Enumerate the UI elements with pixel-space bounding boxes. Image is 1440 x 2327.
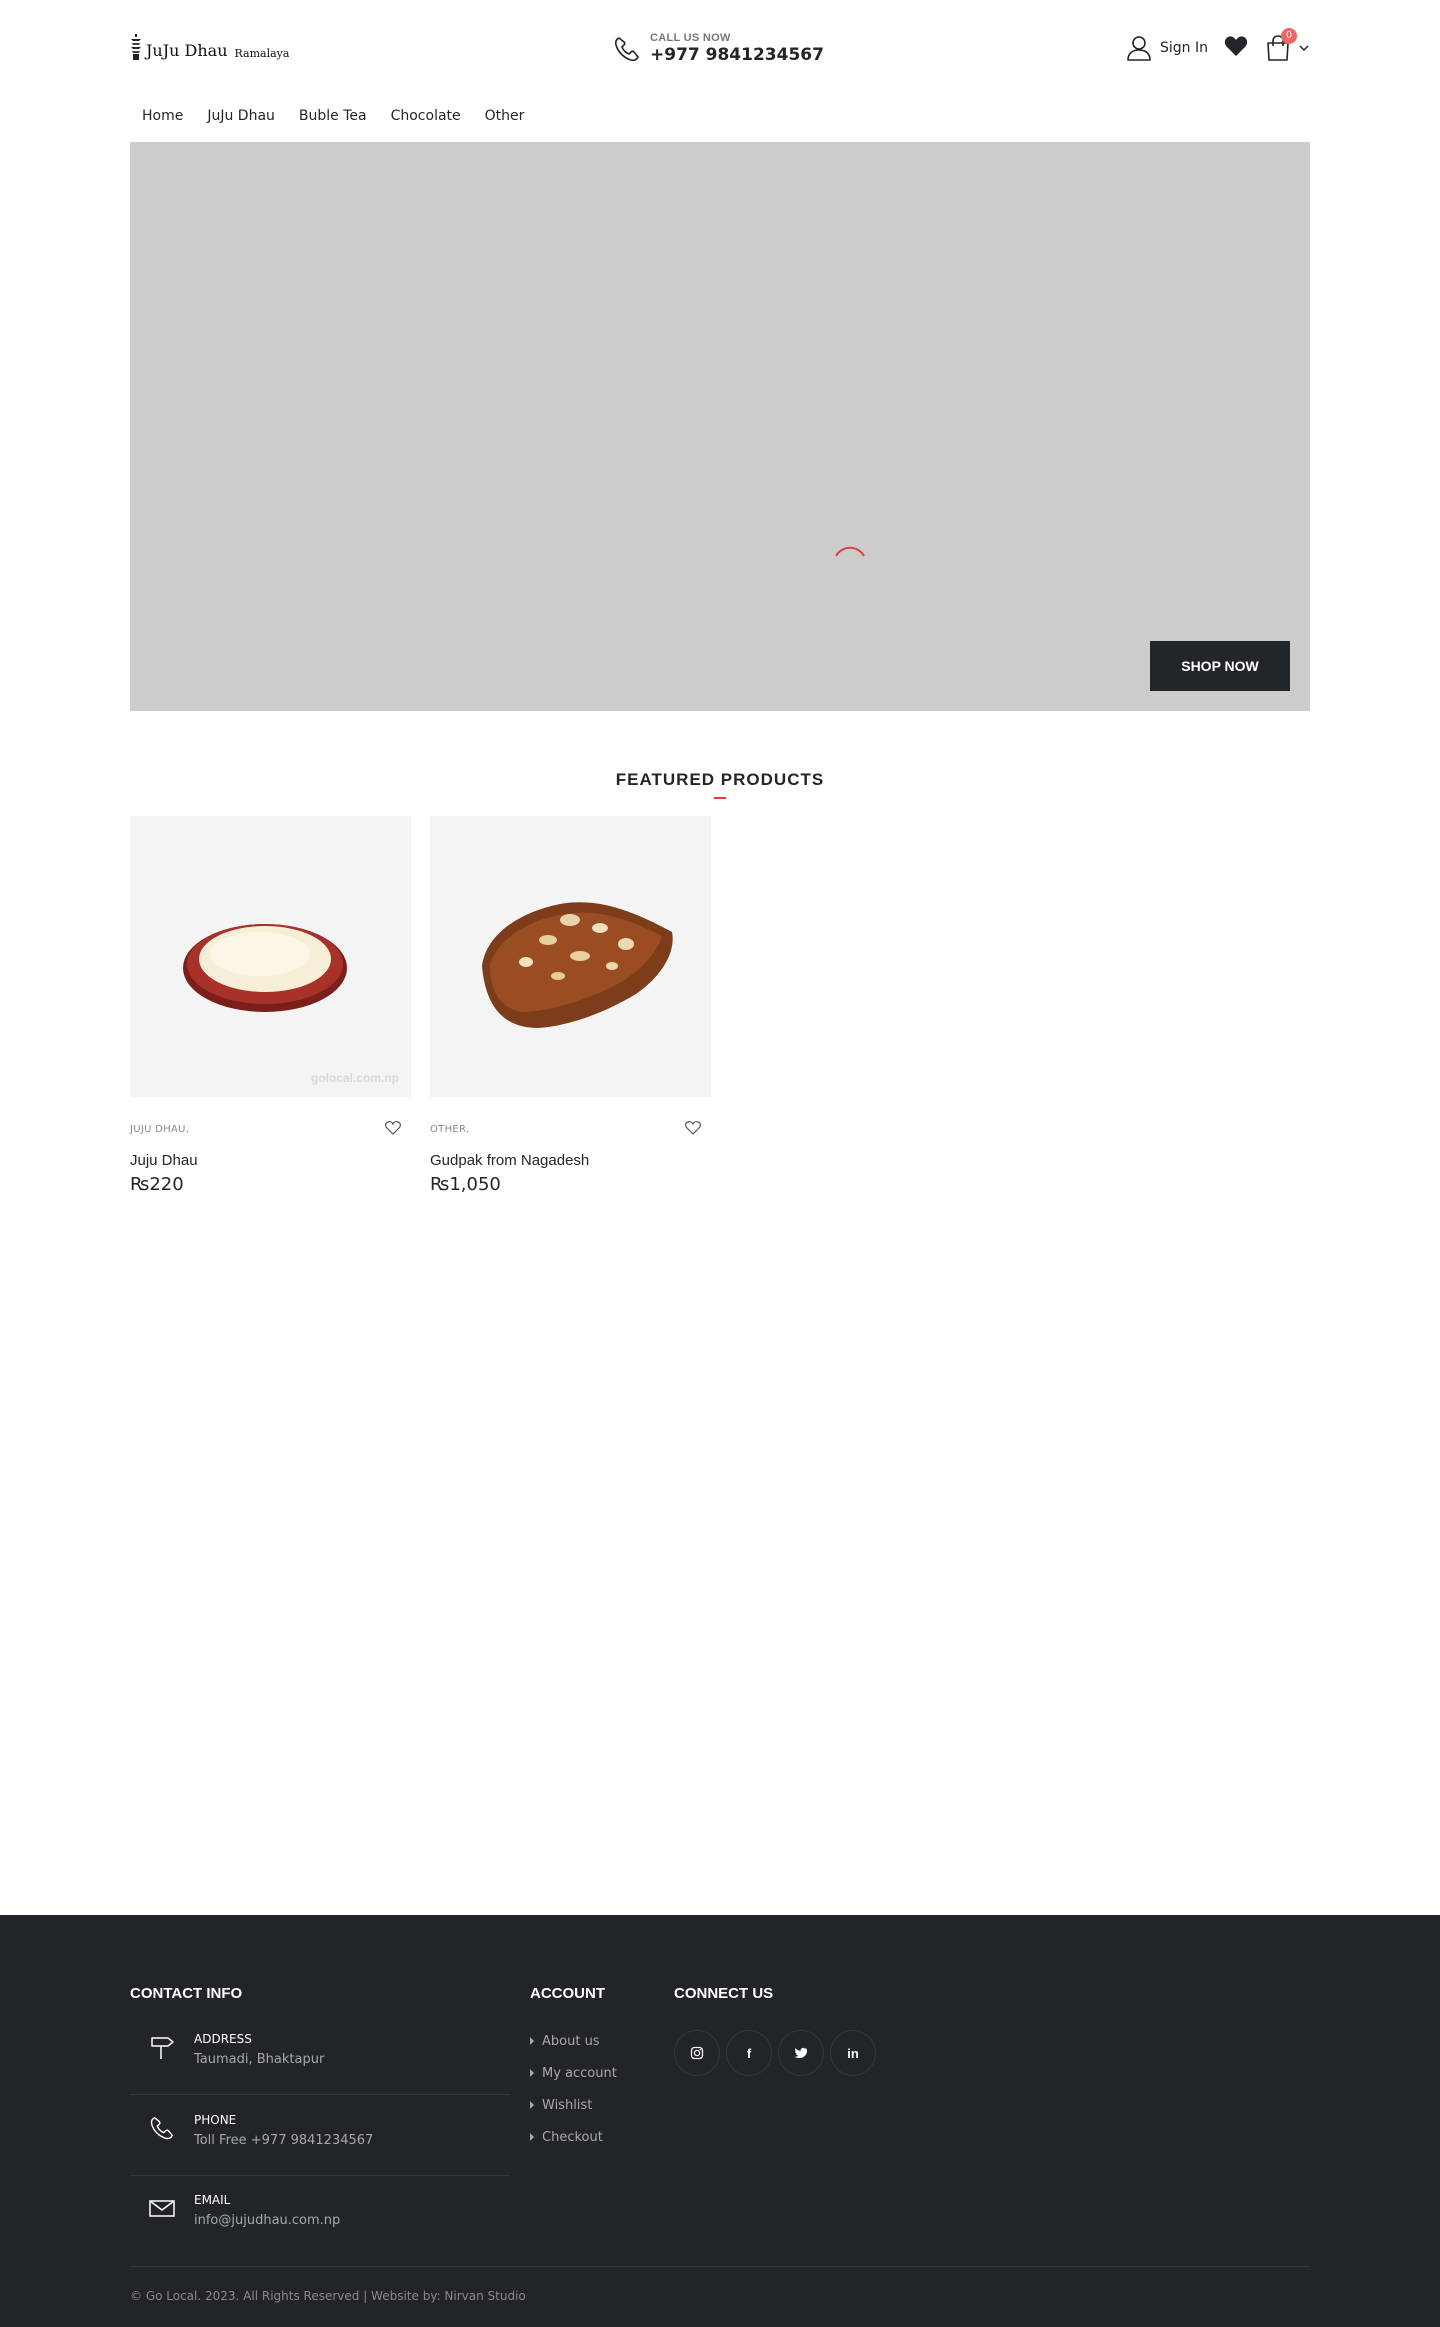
product-price: ₨220: [130, 1174, 184, 1195]
address-label: ADDRESS: [194, 2032, 252, 2046]
phone-label: PHONE: [194, 2113, 237, 2127]
signpost-icon: [151, 2037, 174, 2059]
heart-icon: [1224, 36, 1248, 56]
email-value[interactable]: info@jujudhau.com.np: [194, 2213, 340, 2228]
sign-in-link[interactable]: Sign In: [1126, 35, 1208, 61]
pagoda-logo-icon: [131, 34, 141, 60]
chevron-down-icon: [1299, 45, 1309, 52]
contact-info-heading: CONTACT INFO: [130, 1985, 243, 2002]
connect-heading: CONNECT US: [674, 1985, 774, 2002]
heart-outline-icon[interactable]: [685, 1120, 701, 1136]
social-facebook[interactable]: f: [726, 2030, 772, 2076]
email-label: EMAIL: [194, 2193, 231, 2207]
social-twitter[interactable]: [778, 2030, 824, 2076]
site-header: JuJu Dhau Ramalaya CALL US NOW +977 9841…: [130, 26, 1310, 74]
image-watermark: golocal.com.np: [310, 1071, 399, 1085]
footer-link-about-us[interactable]: About us: [530, 2025, 617, 2057]
call-label: CALL US NOW: [650, 32, 731, 44]
phone-icon: [150, 2117, 173, 2140]
product-card[interactable]: OTHER, Gudpak from Nagadesh ₨1,050: [430, 816, 711, 1195]
product-price: ₨1,050: [430, 1174, 501, 1195]
footer-link-label: Checkout: [542, 2129, 603, 2145]
nav-item-chocolate[interactable]: Chocolate: [379, 104, 473, 128]
account-heading: ACCOUNT: [530, 1985, 605, 2002]
logo-subtext: Ramalaya: [234, 47, 290, 60]
user-icon: [1127, 36, 1151, 61]
sign-in-label: Sign In: [1160, 40, 1208, 56]
instagram-icon: [690, 2046, 704, 2060]
twitter-icon: [794, 2047, 808, 2059]
footer-link-label: About us: [542, 2033, 600, 2049]
footer-link-checkout[interactable]: Checkout: [530, 2121, 617, 2153]
phone-value[interactable]: Toll Free +977 9841234567: [194, 2133, 373, 2148]
facebook-icon: f: [746, 2045, 752, 2061]
gudpak-sweet-image: [482, 902, 673, 1028]
loading-spinner-icon: [835, 546, 865, 557]
site-logo[interactable]: JuJu Dhau Ramalaya: [130, 34, 289, 60]
footer-link-label: Wishlist: [542, 2097, 593, 2113]
site-footer: CONTACT INFO ADDRESS Taumadi, Bhaktapur …: [0, 1915, 1440, 2327]
linkedin-icon: in: [847, 2045, 859, 2061]
contact-phone: PHONE Toll Free +977 9841234567: [130, 2096, 510, 2176]
nav-item-other[interactable]: Other: [473, 104, 537, 128]
heart-outline-icon[interactable]: [385, 1120, 401, 1136]
phone-icon: [614, 36, 639, 61]
contact-email: EMAIL info@jujudhau.com.np: [130, 2176, 510, 2256]
footer-divider: [130, 2266, 1310, 2267]
wishlist-link[interactable]: [1224, 35, 1248, 61]
account-links: About us My account Wishlist Checkout: [530, 2025, 617, 2153]
juju-dhau-bowl-image: [183, 924, 347, 1012]
social-links: f in: [674, 2030, 876, 2076]
call-us[interactable]: CALL US NOW +977 9841234567: [612, 32, 824, 65]
footer-link-label: My account: [542, 2065, 617, 2081]
social-linkedin[interactable]: in: [830, 2030, 876, 2076]
caret-right-icon: [530, 2133, 534, 2141]
product-image[interactable]: [430, 816, 711, 1097]
featured-products-title: FEATURED PRODUCTS: [615, 770, 825, 789]
address-value: Taumadi, Bhaktapur: [194, 2052, 325, 2067]
nav-item-buble-tea[interactable]: Buble Tea: [287, 104, 379, 128]
envelope-icon: [149, 2200, 175, 2217]
main-nav: Home JuJu Dhau Buble Tea Chocolate Other: [130, 104, 536, 128]
title-underline: [714, 797, 726, 799]
copyright-text: © Go Local. 2023. All Rights Reserved | …: [130, 2289, 526, 2303]
product-card[interactable]: golocal.com.np JUJU DHAU, Juju Dhau ₨220: [130, 816, 411, 1195]
logo-text: JuJu Dhau: [146, 41, 228, 60]
cart-dropdown[interactable]: 0: [1264, 28, 1310, 62]
caret-right-icon: [530, 2037, 534, 2045]
caret-right-icon: [530, 2069, 534, 2077]
cart-count-badge: 0: [1281, 28, 1297, 44]
call-number[interactable]: +977 9841234567: [650, 45, 824, 65]
product-category[interactable]: OTHER,: [430, 1124, 470, 1135]
product-category[interactable]: JUJU DHAU,: [130, 1124, 189, 1135]
product-name[interactable]: Juju Dhau: [130, 1152, 198, 1169]
footer-link-my-account[interactable]: My account: [530, 2057, 617, 2089]
contact-address: ADDRESS Taumadi, Bhaktapur: [130, 2015, 510, 2095]
nav-item-home[interactable]: Home: [130, 104, 195, 128]
product-name[interactable]: Gudpak from Nagadesh: [430, 1152, 589, 1169]
header-actions: Sign In 0: [1126, 28, 1310, 62]
caret-right-icon: [530, 2101, 534, 2109]
footer-link-wishlist[interactable]: Wishlist: [530, 2089, 617, 2121]
nav-item-juju-dhau[interactable]: JuJu Dhau: [195, 104, 287, 128]
hero-banner: [130, 142, 1310, 711]
product-image[interactable]: golocal.com.np: [130, 816, 411, 1097]
social-instagram[interactable]: [674, 2030, 720, 2076]
shop-now-button[interactable]: SHOP NOW: [1150, 641, 1290, 691]
